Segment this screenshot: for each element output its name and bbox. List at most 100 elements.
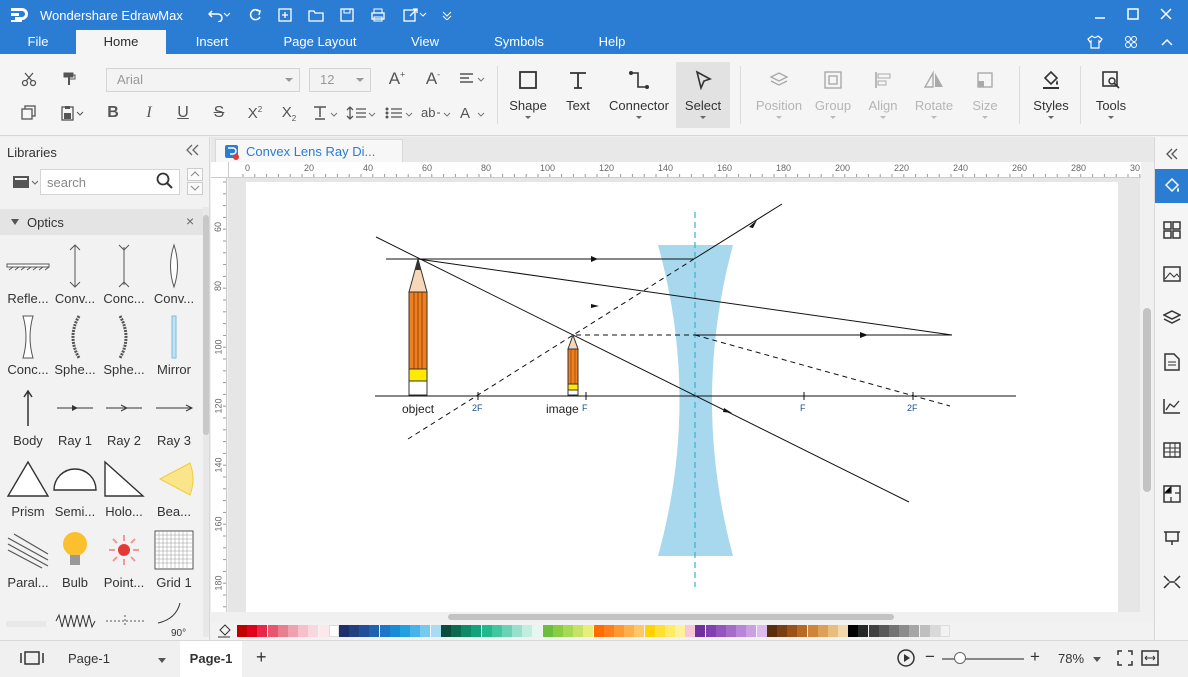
font-color-icon[interactable]: A [458,102,488,124]
color-swatch[interactable] [939,625,950,637]
color-swatch[interactable] [522,625,533,637]
color-swatch[interactable] [237,625,247,637]
label-f-right[interactable]: F [800,403,806,413]
color-swatch[interactable] [685,625,696,637]
color-swatch[interactable] [705,625,716,637]
menu-tab-insert[interactable]: Insert [186,30,238,54]
color-swatch[interactable] [726,625,736,637]
superscript-icon[interactable]: X2 [242,102,268,124]
horizontal-scrollbar[interactable] [228,612,1141,622]
color-swatch[interactable] [359,625,370,637]
open-folder-icon[interactable] [305,5,327,25]
color-swatch[interactable] [552,625,563,637]
text-case-icon[interactable]: ab [420,102,452,124]
library-shape-ray-2[interactable]: Ray 2 [99,383,149,451]
optics-category-header[interactable]: Optics × [0,209,205,235]
color-swatch[interactable] [430,625,441,637]
ray-through-center[interactable] [375,236,910,503]
library-shape-parallel-rays[interactable]: Paral... [3,525,53,593]
new-file-icon[interactable] [274,5,296,25]
color-swatch[interactable] [400,625,410,637]
collapse-ribbon-icon[interactable] [1156,30,1178,54]
color-swatch[interactable] [308,625,319,637]
cut-icon[interactable] [16,68,42,90]
maximize-icon[interactable] [1118,3,1148,25]
menu-tab-symbols[interactable]: Symbols [486,30,552,54]
tshirt-theme-icon[interactable] [1080,30,1110,54]
concave-lens[interactable] [658,245,733,556]
color-swatch[interactable] [746,625,757,637]
presentation-icon[interactable] [1155,521,1188,555]
color-swatch[interactable] [756,625,767,637]
bold-icon[interactable]: B [100,102,126,124]
chart-icon[interactable] [1155,389,1188,423]
align-tool[interactable]: Align [860,62,906,128]
zoom-dropdown-icon[interactable] [1093,657,1101,662]
color-swatch[interactable] [420,625,431,637]
library-shape-angle[interactable] [154,601,184,628]
library-shape-ray-1[interactable]: Ray 1 [50,383,100,451]
color-swatch[interactable] [797,625,808,637]
menu-tab-page-layout[interactable]: Page Layout [276,30,364,54]
close-icon[interactable] [1151,3,1181,25]
search-icon[interactable] [156,172,174,193]
expand-panel-icon[interactable] [1155,137,1188,171]
color-swatch[interactable] [817,625,828,637]
decrease-font-icon[interactable]: A- [420,68,446,90]
color-swatch[interactable] [471,625,482,637]
ray-diagram[interactable] [246,182,1118,612]
color-swatch[interactable] [868,625,879,637]
color-swatch[interactable] [848,625,859,637]
text-tool[interactable]: Text [556,62,600,128]
undo-dropdown-icon[interactable] [222,5,232,25]
color-swatch[interactable] [318,625,329,637]
image-pencil[interactable] [567,333,579,396]
color-swatch[interactable] [634,625,645,637]
scroll-up-icon[interactable] [187,168,203,181]
line-spacing-icon[interactable] [346,102,376,124]
color-swatch[interactable] [563,625,573,637]
color-swatch[interactable] [461,625,472,637]
color-swatch[interactable] [379,625,390,637]
library-shape-hologram[interactable]: Holo... [99,454,149,522]
menu-tab-view[interactable]: View [402,30,448,54]
drawing-page[interactable]: object image F 2F F 2F [246,182,1118,612]
color-swatch[interactable] [257,625,268,637]
color-swatch[interactable] [440,625,451,637]
color-swatch[interactable] [929,625,940,637]
color-swatch[interactable] [338,625,349,637]
label-object[interactable]: object [402,402,434,416]
color-swatch[interactable] [491,625,502,637]
strikethrough-icon[interactable]: S [206,102,232,124]
library-shape-point-source[interactable]: Point... [99,525,149,593]
font-size-select[interactable]: 12 [309,68,371,92]
scroll-down-icon[interactable] [187,182,203,195]
library-shape-mirror[interactable]: Mirror [149,312,199,380]
rotate-tool[interactable]: Rotate [908,62,960,128]
redo-icon[interactable] [244,5,266,25]
library-shape-concave-lens[interactable]: Conc... [3,312,53,380]
menu-tab-file[interactable]: File [18,30,58,54]
color-swatch[interactable] [909,625,920,637]
minimize-icon[interactable] [1085,3,1115,25]
play-presentation-icon[interactable] [897,649,915,670]
library-shape-plate[interactable] [6,618,46,632]
zoom-out-icon[interactable]: − [925,647,935,667]
library-shape-spherical-1[interactable]: Sphe... [50,312,100,380]
color-swatch[interactable] [247,625,258,637]
color-swatch[interactable] [644,625,655,637]
select-tool[interactable]: Select [676,62,730,128]
label-2f-left[interactable]: 2F [472,403,483,413]
color-swatch[interactable] [827,625,838,637]
fit-page-icon[interactable] [1117,650,1133,669]
color-swatch[interactable] [675,625,686,637]
color-swatch[interactable] [481,625,492,637]
grid-view-icon[interactable] [1155,213,1188,247]
full-screen-icon[interactable] [1141,650,1159,669]
menu-tab-help[interactable]: Help [590,30,634,54]
canvas-area[interactable]: object image F 2F F 2F [228,178,1140,612]
increase-font-icon[interactable]: A+ [384,68,410,90]
label-2f-right[interactable]: 2F [907,403,918,413]
color-swatch[interactable] [501,625,512,637]
subscript-icon[interactable]: X2 [276,102,302,124]
